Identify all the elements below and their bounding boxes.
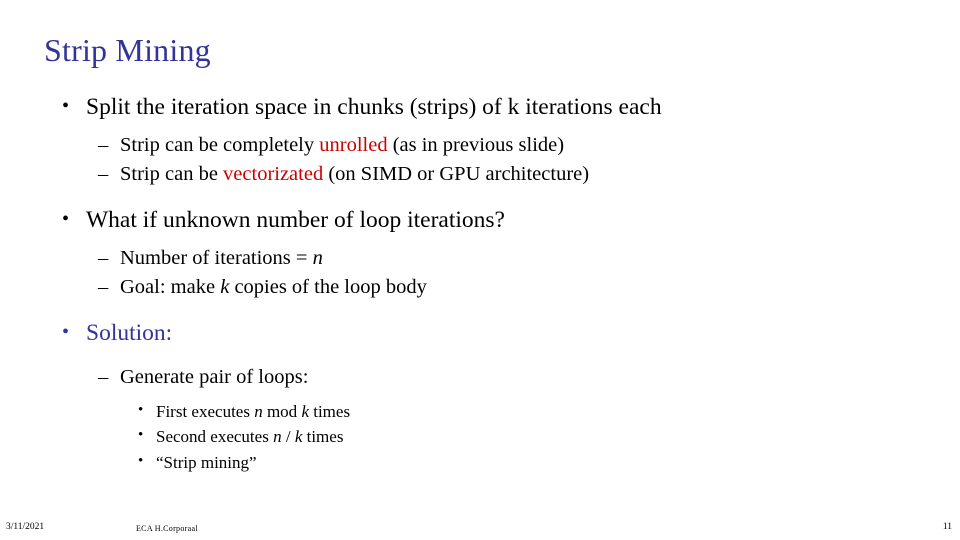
vectorizated-text-post: (on SIMD or GPU architecture) <box>323 163 590 186</box>
bullet-level2-vectorizated: – Strip can be vectorizated (on SIMD or … <box>44 160 924 189</box>
vectorizated-keyword: vectorizated <box>223 163 324 186</box>
solution-colon: : <box>165 320 173 347</box>
footer-date: 3/11/2021 <box>6 522 45 532</box>
bullet-glyph-icon: • <box>62 321 70 344</box>
dash-glyph-icon: – <box>98 366 109 389</box>
unrolled-text-post: (as in previous slide) <box>387 134 565 157</box>
vectorizated-text-pre: Strip can be <box>120 163 224 186</box>
slide: Strip Mining • Split the iteration space… <box>0 0 960 540</box>
dash-glyph-icon: – <box>98 276 109 299</box>
bullet-glyph-icon: • <box>62 95 70 117</box>
goal-var-k: k <box>220 276 230 299</box>
goal-text-pre: Goal: make <box>120 276 221 299</box>
bullet-level1-split: • Split the iteration space in chunks (s… <box>44 92 924 123</box>
bullet-glyph-icon: • <box>138 453 144 470</box>
generate-pair-text: Generate pair of loops: <box>120 366 309 389</box>
dash-glyph-icon: – <box>98 247 109 270</box>
second-executes-pre: Second executes <box>156 427 274 447</box>
iterations-var-n: n <box>312 247 323 270</box>
unrolled-text-pre: Strip can be completely <box>120 134 320 157</box>
bullet-level1-solution: • Solution: <box>44 318 924 349</box>
bullet-level3-second-executes: • Second executes n / k times <box>44 424 924 450</box>
bullet-glyph-icon: • <box>62 208 70 231</box>
bullet-level3-strip-mining: • “Strip mining” <box>44 450 924 476</box>
bullet-level1-unknown-iterations-text: What if unknown number of loop iteration… <box>86 207 505 234</box>
bullet-level2-goal: – Goal: make k copies of the loop body <box>44 273 924 302</box>
dash-glyph-icon: – <box>98 163 109 186</box>
footer-course-label: ECA H.Corporaal <box>136 524 198 533</box>
strip-mining-quote: “Strip mining” <box>156 453 257 473</box>
footer-page-number: 11 <box>942 522 952 532</box>
bullet-level1-split-text: Split the iteration space in chunks (str… <box>86 94 662 120</box>
second-executes-post: times <box>302 427 344 447</box>
unrolled-keyword: unrolled <box>319 134 388 157</box>
solution-label: Solution <box>86 320 166 347</box>
bullet-glyph-icon: • <box>138 401 144 418</box>
first-executes-post: times <box>308 401 351 421</box>
bullet-level3-first-executes: • First executes n mod k times <box>44 399 924 425</box>
goal-text-post: copies of the loop body <box>229 276 427 299</box>
first-executes-pre: First executes <box>156 401 255 421</box>
first-executes-var-n: n <box>254 401 263 421</box>
slide-body: • Split the iteration space in chunks (s… <box>44 92 924 476</box>
second-executes-div: / <box>281 427 295 447</box>
second-executes-var-n: n <box>273 427 282 447</box>
bullet-level1-unknown-iterations: • What if unknown number of loop iterati… <box>44 205 924 236</box>
iterations-text-pre: Number of iterations = <box>120 247 313 270</box>
bullet-level2-generate-pair: – Generate pair of loops: <box>44 363 924 392</box>
bullet-level2-number-of-iterations: – Number of iterations = n <box>44 244 924 273</box>
bullet-glyph-icon: • <box>138 427 144 444</box>
first-executes-var-k: k <box>301 401 309 421</box>
dash-glyph-icon: – <box>98 134 109 157</box>
page-title: Strip Mining <box>44 32 211 68</box>
bullet-level2-unrolled: – Strip can be completely unrolled (as i… <box>44 131 924 160</box>
first-executes-mod: mod <box>262 401 302 421</box>
